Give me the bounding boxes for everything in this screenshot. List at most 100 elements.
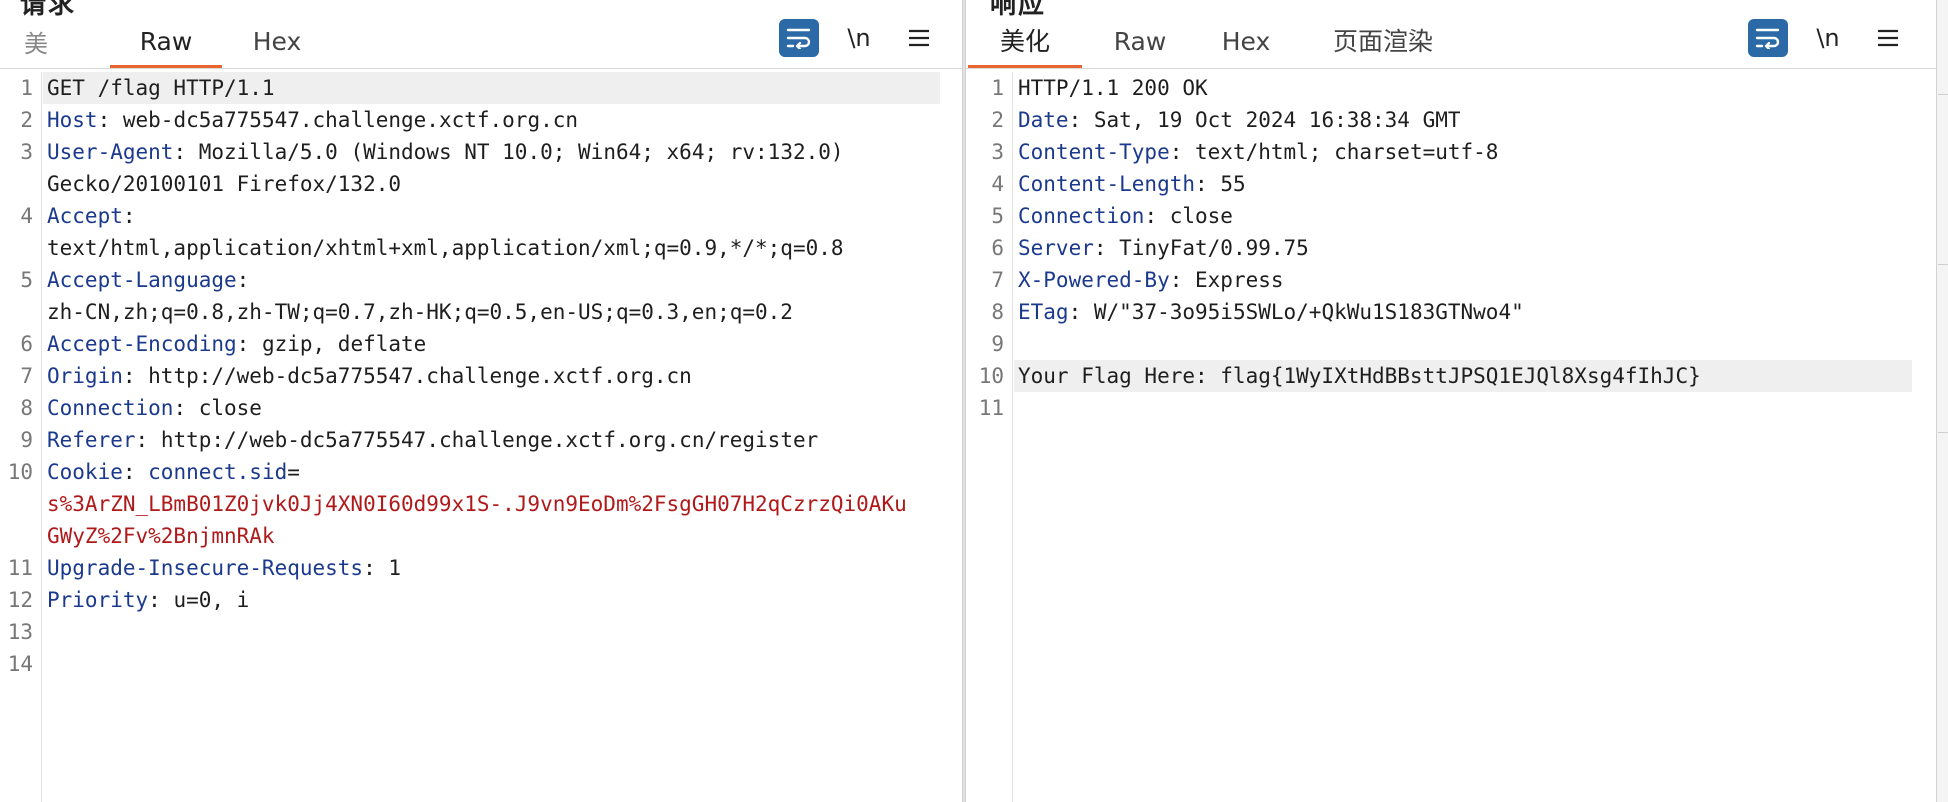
line-number: 11 (978, 396, 1004, 420)
line-number: 6 (991, 236, 1004, 260)
line-content: Accept-Encoding: gzip, deflate (47, 328, 426, 360)
request-line: 12 Priority: u=0, i (8, 584, 940, 616)
line-content: text/html,application/xhtml+xml,applicat… (47, 232, 844, 264)
request-line: 7 Origin: http://web-dc5a775547.challenge… (20, 360, 940, 392)
request-line: 6 Accept-Encoding: gzip, deflate (20, 328, 940, 360)
line-number: 1 (20, 76, 33, 100)
header-separator: : (363, 556, 389, 580)
line-number: 7 (991, 268, 1004, 292)
response-line: 7 X-Powered-By: Express (991, 264, 1912, 296)
header-separator: : (1093, 236, 1120, 260)
request-line: text/html,application/xhtml+xml,applicat… (43, 232, 940, 264)
response-editor[interactable]: 1 HTTP/1.1 200 OK 2 Date: Sat, 19 Oct 2024 … (966, 72, 1936, 802)
response-tab-raw[interactable]: Raw (1098, 22, 1182, 68)
header-value: W/"37-3o95i5SWLo/+QkWu1S183GTNwo4" (1093, 300, 1524, 324)
response-tab-hex[interactable]: Hex (1204, 22, 1288, 68)
header-separator: : (1169, 140, 1196, 164)
header-value: http://web-dc5a775547.challenge.xctf.org… (148, 364, 692, 388)
header-name: Priority (47, 588, 149, 612)
header-name: Content-Type (1018, 140, 1170, 164)
header-name: X-Powered-By (1018, 268, 1170, 292)
line-text: GET /flag HTTP/1.1 (47, 76, 275, 100)
line-number: 2 (20, 108, 33, 132)
response-line: 11 (979, 392, 1912, 424)
wrap-lines-icon (1755, 28, 1780, 49)
header-name: User-Agent (47, 140, 174, 164)
response-line: 5 Connection: close (991, 200, 1912, 232)
request-tab-hex[interactable]: Hex (234, 22, 320, 68)
header-value: close (1169, 204, 1233, 228)
wrap-lines-icon (786, 28, 811, 49)
request-editor[interactable]: 1 GET /flag HTTP/1.1 2 Host: web-dc5a775547… (0, 72, 962, 802)
response-line: 10 Your Flag Here: flag{1WyIXtHdBBsttJPSQ… (979, 360, 1912, 392)
line-number: 8 (20, 396, 33, 420)
side-panel-edge[interactable] (1936, 0, 1948, 802)
header-name: Connection (47, 396, 174, 420)
line-number: 5 (20, 268, 33, 292)
response-menu-button[interactable] (1871, 19, 1905, 57)
request-line: zh-CN,zh;q=0.8,zh-TW;q=0.7,zh-HK;q=0.5,e… (43, 296, 940, 328)
header-value: 55 (1220, 172, 1246, 196)
header-separator: : (1144, 204, 1170, 228)
line-number: 9 (20, 428, 33, 452)
line-content: s%3ArZN_LBmB01Z0jvk0Jj4XN0I60d99x1S-.J9v… (47, 488, 907, 520)
request-line: 11 Upgrade-Insecure-Requests: 1 (8, 552, 940, 584)
line-number: 7 (20, 364, 33, 388)
request-wrap-lines-button[interactable] (779, 19, 819, 57)
line-content: Host: web-dc5a775547.challenge.xctf.org.… (47, 104, 578, 136)
response-tab-pretty[interactable]: 美化 (968, 22, 1082, 68)
line-number: 12 (7, 588, 33, 612)
line-number: 4 (991, 172, 1004, 196)
response-tab-render[interactable]: 页面渲染 (1318, 22, 1448, 68)
header-name: Accept (47, 204, 123, 228)
header-name: Accept-Encoding (47, 332, 237, 356)
header-name: Upgrade-Insecure-Requests (47, 556, 364, 580)
header-name: Accept-Language (47, 268, 237, 292)
request-line: 10 Cookie: connect.sid= (8, 456, 940, 488)
request-tab-pretty-partial[interactable]: 美 (24, 24, 48, 59)
cookie-name: connect.sid (148, 460, 288, 484)
header-separator: : (122, 204, 136, 228)
line-number: 13 (7, 620, 33, 644)
header-value: Express (1195, 268, 1284, 292)
line-text: Gecko/20100101 Firefox/132.0 (47, 172, 402, 196)
line-content: zh-CN,zh;q=0.8,zh-TW;q=0.7,zh-HK;q=0.5,e… (47, 296, 793, 328)
request-pane: 请求 美 Raw Hex \n 1 GET /flag HTTP/1.1 2 H… (0, 0, 962, 802)
line-content: Date: Sat, 19 Oct 2024 16:38:34 GMT (1018, 104, 1461, 136)
header-value: u=0, i (173, 588, 250, 612)
header-value: gzip, deflate (261, 332, 427, 356)
header-separator: : (173, 140, 199, 164)
response-line: 6 Server: TinyFat/0.99.75 (991, 232, 1912, 264)
request-menu-button[interactable] (902, 19, 936, 57)
response-wrap-lines-button[interactable] (1748, 19, 1788, 57)
request-line: GWyZ%2Fv%2BnjmnRAk (43, 520, 940, 552)
request-line: 14 (8, 648, 940, 680)
request-show-newlines-button[interactable]: \n (839, 19, 879, 57)
request-line: 8 Connection: close (20, 392, 940, 424)
http-viewer: 请求 美 Raw Hex \n 1 GET /flag HTTP/1.1 2 H… (0, 0, 1948, 802)
header-separator: : (236, 268, 250, 292)
line-content: Origin: http://web-dc5a775547.challenge.… (47, 360, 692, 392)
header-value: Sat, 19 Oct 2024 16:38:34 GMT (1093, 108, 1461, 132)
request-line: Gecko/20100101 Firefox/132.0 (43, 168, 940, 200)
header-value: 1 (388, 556, 402, 580)
line-text: HTTP/1.1 200 OK (1018, 76, 1208, 100)
request-tab-raw[interactable]: Raw (110, 22, 222, 68)
line-number: 3 (991, 140, 1004, 164)
header-separator: : (97, 108, 123, 132)
menu-icon (1878, 29, 1898, 47)
header-separator: : (1068, 108, 1094, 132)
header-name: Host (47, 108, 98, 132)
response-line: 1 HTTP/1.1 200 OK (991, 72, 1912, 104)
line-number: 11 (7, 556, 33, 580)
header-value: TinyFat/0.99.75 (1119, 236, 1309, 260)
line-content: Referer: http://web-dc5a775547.challenge… (47, 424, 818, 456)
header-separator: : (173, 396, 199, 420)
line-number: 10 (7, 460, 33, 484)
line-content: Accept: (47, 200, 136, 232)
line-content: HTTP/1.1 200 OK (1018, 72, 1208, 104)
response-show-newlines-button[interactable]: \n (1808, 19, 1848, 57)
response-line: 4 Content-Length: 55 (991, 168, 1912, 200)
line-number: 4 (20, 204, 33, 228)
line-number: 1 (991, 76, 1004, 100)
